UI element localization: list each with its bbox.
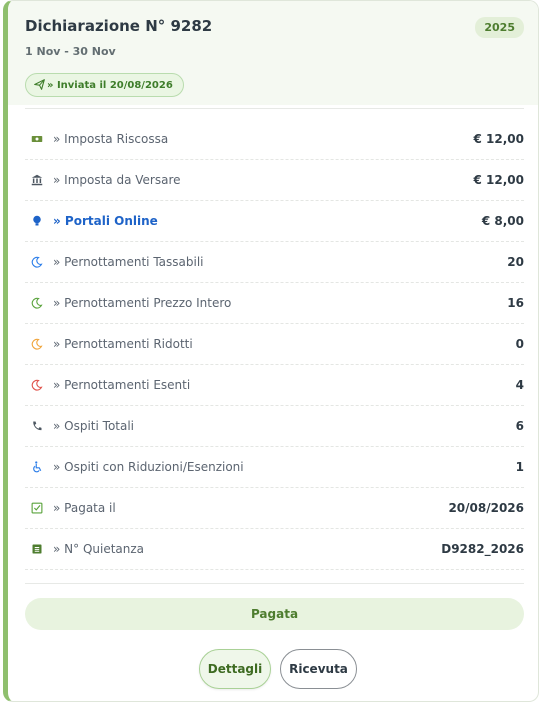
detail-row-value: 0 bbox=[515, 337, 524, 351]
detail-row-label: » Ospiti Totali bbox=[53, 419, 135, 433]
detail-row: » Pernottamenti Esenti 4 bbox=[25, 365, 524, 406]
declaration-card: Dichiarazione N° 9282 1 Nov - 30 Nov 202… bbox=[3, 0, 539, 702]
detail-row: » Pernottamenti Ridotti 0 bbox=[25, 324, 524, 365]
detail-row-value: 16 bbox=[507, 296, 524, 310]
detail-row-value: € 12,00 bbox=[473, 132, 524, 146]
moon-icon bbox=[31, 379, 43, 391]
detail-row: » Imposta da Versare € 12,00 bbox=[25, 160, 524, 201]
status-badge: Pagata bbox=[25, 598, 524, 630]
moon-icon bbox=[31, 338, 43, 350]
money-icon bbox=[31, 133, 43, 145]
declaration-title: Dichiarazione N° 9282 bbox=[25, 17, 213, 35]
detail-row: » Pernottamenti Tassabili 20 bbox=[25, 242, 524, 283]
detail-row: » Ospiti Totali 6 bbox=[25, 406, 524, 447]
detail-row-label: » Pernottamenti Esenti bbox=[53, 378, 191, 392]
checkbox-icon bbox=[31, 502, 43, 514]
detail-row: » N° Quietanza D9282_2026 bbox=[25, 529, 524, 570]
detail-row-value: 1 bbox=[515, 460, 524, 474]
detail-row-value: D9282_2026 bbox=[441, 542, 524, 556]
sent-badge: » Inviata il 20/08/2026 bbox=[25, 73, 184, 97]
bulb-icon bbox=[31, 215, 43, 227]
detail-row-label: » Pernottamenti Tassabili bbox=[53, 255, 204, 269]
detail-row-label: » Imposta Riscossa bbox=[53, 132, 169, 146]
detail-row-label: » Pernottamenti Prezzo Intero bbox=[53, 296, 232, 310]
bank-icon bbox=[31, 174, 43, 186]
sent-badge-label: » Inviata il 20/08/2026 bbox=[47, 80, 173, 91]
detail-row: » Portali Online € 8,00 bbox=[25, 201, 524, 242]
detail-row: » Imposta Riscossa € 12,00 bbox=[25, 119, 524, 160]
detail-row-value: 6 bbox=[515, 419, 524, 433]
detail-row-label: » Ospiti con Riduzioni/Esenzioni bbox=[53, 460, 244, 474]
moon-icon bbox=[31, 256, 43, 268]
detail-row-label: » Imposta da Versare bbox=[53, 173, 181, 187]
detail-row-value: 20 bbox=[507, 255, 524, 269]
moon-icon bbox=[31, 297, 43, 309]
detail-row-label: » Portali Online bbox=[53, 214, 158, 228]
paper-plane-icon bbox=[34, 79, 45, 90]
detail-row-value: € 8,00 bbox=[481, 214, 524, 228]
divider bbox=[25, 108, 524, 109]
card-header: Dichiarazione N° 9282 1 Nov - 30 Nov 202… bbox=[8, 1, 538, 105]
details-button[interactable]: Dettagli bbox=[199, 649, 271, 689]
details-list: » Imposta Riscossa € 12,00» Imposta da Ve… bbox=[25, 119, 524, 570]
detail-row-label: » N° Quietanza bbox=[53, 542, 145, 556]
detail-row-label: » Pernottamenti Ridotti bbox=[53, 337, 193, 351]
declaration-period: 1 Nov - 30 Nov bbox=[25, 45, 116, 58]
detail-row: » Pernottamenti Prezzo Intero 16 bbox=[25, 283, 524, 324]
divider bbox=[25, 583, 524, 584]
detail-row-value: € 12,00 bbox=[473, 173, 524, 187]
year-badge: 2025 bbox=[475, 17, 524, 38]
receipt-icon bbox=[31, 543, 43, 555]
receipt-button[interactable]: Ricevuta bbox=[280, 649, 357, 689]
detail-row-value: 4 bbox=[515, 378, 524, 392]
detail-row: » Ospiti con Riduzioni/Esenzioni 1 bbox=[25, 447, 524, 488]
wheelchair-icon bbox=[31, 461, 43, 473]
detail-row-value: 20/08/2026 bbox=[448, 501, 524, 515]
detail-row-label: » Pagata il bbox=[53, 501, 116, 515]
detail-row: » Pagata il 20/08/2026 bbox=[25, 488, 524, 529]
phone-icon bbox=[31, 420, 43, 432]
